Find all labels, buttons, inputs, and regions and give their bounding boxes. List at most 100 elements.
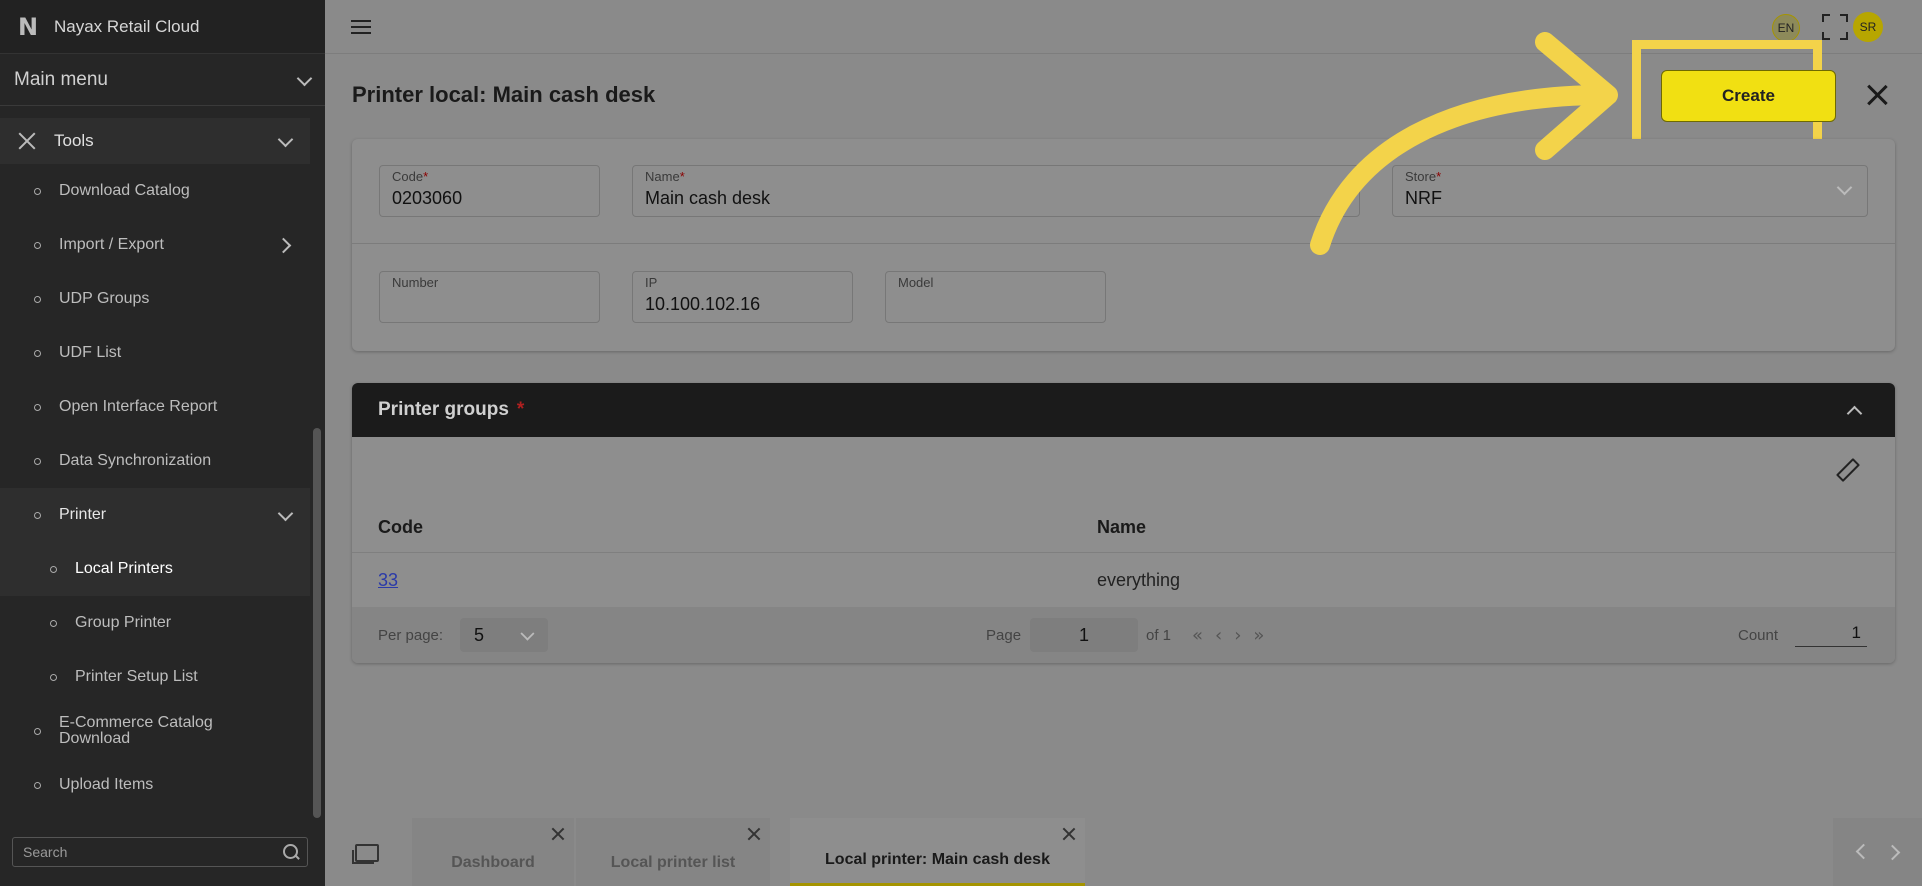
close-tab-icon[interactable] — [748, 828, 760, 840]
page-number-input[interactable]: 1 — [1030, 618, 1138, 652]
column-header-name[interactable]: Name — [1097, 517, 1146, 538]
language-switcher[interactable]: EN — [1772, 14, 1800, 42]
sidebar-item-tools[interactable]: Tools — [0, 118, 310, 164]
close-tab-icon[interactable] — [552, 828, 564, 840]
bullet-icon — [34, 403, 41, 411]
main-menu-toggle[interactable]: Main menu — [0, 54, 325, 106]
required-mark: * — [423, 169, 429, 184]
tools-icon — [16, 130, 38, 152]
brand-header: N Nayax Retail Cloud — [0, 0, 325, 54]
chevron-left-icon[interactable] — [1855, 845, 1869, 859]
name-label: Name — [645, 169, 680, 184]
sidebar-item-label: Download Catalog — [59, 182, 190, 199]
name-value: Main cash desk — [645, 188, 771, 208]
bullet-icon — [50, 565, 57, 573]
sidebar-item-open-interface-report[interactable]: Open Interface Report — [0, 380, 310, 434]
page-navigation: « ‹ › » — [1192, 625, 1264, 646]
bullet-icon — [34, 349, 41, 357]
ip-field[interactable]: IP 10.100.102.16 — [632, 271, 853, 323]
tab-label: Dashboard — [451, 854, 535, 871]
store-label: Store — [1405, 169, 1437, 184]
number-field[interactable]: Number — [379, 271, 600, 323]
bullet-icon — [50, 619, 57, 627]
tab-label: Local printer list — [610, 854, 736, 871]
store-value: NRF — [1405, 188, 1442, 208]
sidebar-item-label: E-Commerce Catalog Download — [59, 714, 213, 747]
sidebar-item-import-export[interactable]: Import / Export — [0, 218, 310, 272]
group-code-link[interactable]: 33 — [378, 570, 398, 591]
bullet-icon — [50, 673, 57, 681]
chevron-down-icon — [278, 134, 292, 148]
sidebar-search-input[interactable]: Search — [12, 837, 308, 867]
sidebar: N Nayax Retail Cloud Main menu Tools Dow… — [0, 0, 325, 886]
sidebar-item-upload-items[interactable]: Upload Items — [0, 758, 310, 812]
model-field[interactable]: Model — [885, 271, 1106, 323]
table-header: Code Name — [352, 503, 1895, 553]
search-icon[interactable] — [283, 844, 299, 860]
sidebar-item-download-catalog[interactable]: Download Catalog — [0, 164, 310, 218]
next-page-icon[interactable]: › — [1234, 625, 1241, 646]
brand-logo-icon: N — [18, 12, 39, 41]
hamburger-menu-icon[interactable] — [351, 20, 371, 35]
sidebar-item-label: Upload Items — [59, 776, 154, 793]
edit-icon[interactable] — [1836, 459, 1856, 479]
sidebar-item-printer-setup-list[interactable]: Printer Setup List — [0, 650, 310, 704]
model-label: Model — [898, 275, 934, 290]
prev-page-icon[interactable]: ‹ — [1215, 625, 1222, 646]
bullet-icon — [34, 241, 41, 249]
required-mark: * — [679, 169, 685, 184]
sidebar-item-group-printer[interactable]: Group Printer — [0, 596, 310, 650]
windows-icon[interactable] — [352, 844, 379, 864]
number-label: Number — [392, 275, 439, 290]
printer-groups-panel: Printer groups * Code Name 33 everything … — [352, 383, 1895, 663]
required-mark: * — [1436, 169, 1442, 184]
sidebar-item-label: UDF List — [59, 344, 122, 361]
sidebar-item-local-printers[interactable]: Local Printers — [0, 542, 310, 596]
column-header-code[interactable]: Code — [378, 517, 423, 538]
sidebar-item-label: Open Interface Report — [59, 398, 218, 415]
printer-form-card: Code* 0203060 Name* Main cash desk Store… — [352, 139, 1895, 351]
sidebar-scrollbar[interactable] — [313, 428, 321, 818]
per-page-label: Per page: — [378, 626, 444, 644]
sidebar-item-label: Import / Export — [59, 236, 164, 253]
sidebar-item-printer[interactable]: Printer — [0, 488, 310, 542]
tab-dashboard[interactable]: Dashboard — [412, 818, 574, 886]
page-total-label: of 1 — [1146, 626, 1172, 644]
per-page-select[interactable]: 5 — [460, 618, 548, 652]
fullscreen-icon[interactable] — [1822, 14, 1848, 40]
bullet-icon — [34, 727, 41, 735]
sidebar-item-label: Tools — [54, 131, 94, 150]
main-menu-label: Main menu — [14, 68, 108, 90]
ip-value: 10.100.102.16 — [645, 294, 761, 314]
required-mark: * — [516, 399, 525, 420]
chevron-up-icon[interactable] — [1847, 403, 1861, 417]
bullet-icon — [34, 295, 41, 303]
page-label: Page — [986, 626, 1022, 644]
count-value: 1 — [1795, 623, 1867, 647]
printer-groups-header[interactable]: Printer groups * — [352, 383, 1895, 437]
table-row: 33 everything — [352, 553, 1895, 607]
tab-local-printer-main-cash-desk[interactable]: Local printer: Main cash desk — [790, 818, 1085, 886]
sidebar-item-udp-groups[interactable]: UDP Groups — [0, 272, 310, 326]
code-field[interactable]: Code* 0203060 — [379, 165, 600, 217]
name-field[interactable]: Name* Main cash desk — [632, 165, 1360, 217]
printer-groups-title: Printer groups — [378, 399, 509, 420]
sidebar-item-ecommerce-catalog-download[interactable]: E-Commerce Catalog Download — [0, 704, 310, 758]
create-button[interactable]: Create — [1661, 70, 1836, 122]
tab-local-printer-list[interactable]: Local printer list — [576, 818, 770, 886]
code-label: Code — [392, 169, 424, 184]
sidebar-item-data-synchronization[interactable]: Data Synchronization — [0, 434, 310, 488]
chevron-down-icon — [297, 73, 311, 87]
chevron-down-icon — [278, 508, 292, 522]
chevron-down-icon — [1837, 182, 1851, 196]
avatar[interactable]: SR — [1853, 12, 1883, 42]
close-tab-icon[interactable] — [1063, 828, 1075, 840]
last-page-icon[interactable]: » — [1253, 625, 1264, 646]
bullet-icon — [34, 511, 41, 519]
store-select[interactable]: Store* NRF — [1392, 165, 1868, 217]
code-value: 0203060 — [392, 188, 463, 208]
chevron-right-icon[interactable] — [1887, 845, 1901, 859]
close-icon[interactable] — [1866, 84, 1888, 106]
first-page-icon[interactable]: « — [1192, 625, 1203, 646]
sidebar-item-udf-list[interactable]: UDF List — [0, 326, 310, 380]
